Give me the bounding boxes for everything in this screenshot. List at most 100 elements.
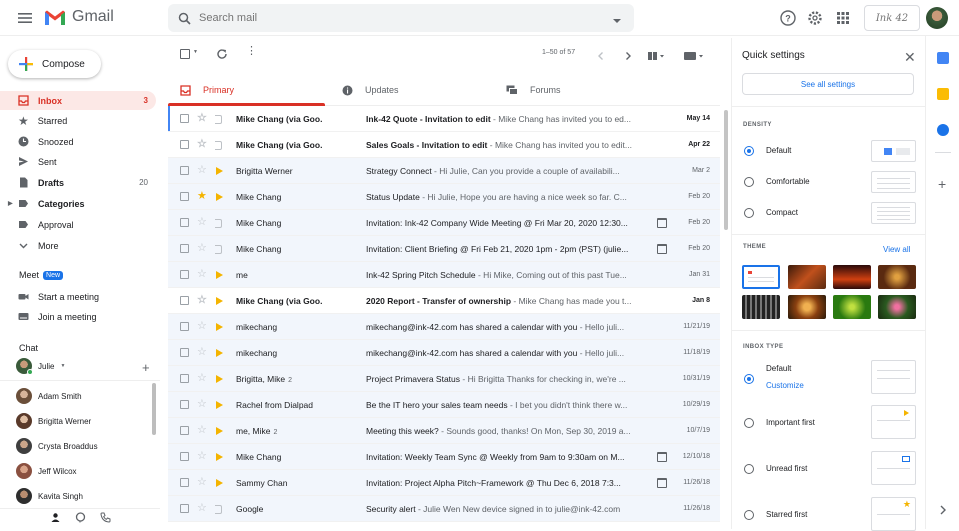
density-comfortable-radio[interactable] <box>744 177 754 187</box>
theme-thumbnail[interactable] <box>878 295 916 319</box>
inbox-important-first-radio[interactable] <box>744 418 754 428</box>
theme-thumbnail[interactable] <box>833 295 871 319</box>
nav-more[interactable]: More <box>0 236 156 255</box>
email-row[interactable]: ☆ Mike Chang Invitation: Client Briefing @… <box>168 236 720 262</box>
chat-bubble-icon[interactable] <box>75 510 86 528</box>
email-row[interactable]: ☆ Mike Chang (via Goo. Ink-42 Quote - Invi… <box>168 106 720 132</box>
chat-contact[interactable]: Jeff Wilcox <box>16 463 77 479</box>
row-checkbox[interactable] <box>180 400 189 409</box>
density-option-label[interactable]: Default <box>766 146 791 155</box>
chat-contact[interactable]: Brigitta Werner <box>16 413 91 429</box>
start-meeting-button[interactable]: Start a meeting <box>0 287 156 306</box>
email-row[interactable]: ☆ Sammy Chan Invitation: Project Alpha Pit… <box>168 470 720 496</box>
older-chevron-right-icon[interactable] <box>623 48 633 66</box>
density-option-label[interactable]: Comfortable <box>766 177 810 186</box>
nav-starred[interactable]: ★ Starred <box>0 111 156 130</box>
chat-contact[interactable]: Adam Smith <box>16 388 82 404</box>
newer-chevron-left-icon[interactable] <box>596 48 606 66</box>
phone-icon[interactable] <box>99 510 111 528</box>
add-addon-plus-icon[interactable]: + <box>938 176 946 192</box>
apps-grid-icon[interactable] <box>834 9 852 27</box>
calendar-icon[interactable] <box>937 52 949 64</box>
email-row[interactable]: ☆ Mike Chang Invitation: Weekly Team Sync … <box>168 444 720 470</box>
star-icon[interactable]: ★ <box>197 189 207 202</box>
main-menu-icon[interactable] <box>17 10 33 26</box>
settings-gear-icon[interactable] <box>806 9 824 27</box>
inbox-option-label[interactable]: Starred first <box>766 510 807 519</box>
expand-arrow-icon[interactable]: ▶ <box>8 200 13 207</box>
email-row[interactable]: ☆ Brigitta Werner Strategy Connect - Hi Ju… <box>168 158 720 184</box>
email-row[interactable]: ☆ mikechang mikechang@ink-42.com has share… <box>168 340 720 366</box>
star-icon[interactable]: ☆ <box>197 137 207 150</box>
importance-marker-icon[interactable] <box>216 297 223 305</box>
star-icon[interactable]: ☆ <box>197 501 207 514</box>
close-icon[interactable]: ✕ <box>904 49 916 66</box>
nav-sent[interactable]: Sent <box>0 152 156 171</box>
email-row[interactable]: ☆ mikechang mikechang@ink-42.com has share… <box>168 314 720 340</box>
expand-panel-chevron-right-icon[interactable] <box>939 502 947 520</box>
select-all-checkbox[interactable] <box>180 49 190 59</box>
star-icon[interactable]: ☆ <box>197 267 207 280</box>
inbox-option-label[interactable]: Important first <box>766 418 815 427</box>
row-checkbox[interactable] <box>180 348 189 357</box>
row-checkbox[interactable] <box>180 504 189 513</box>
organization-logo[interactable]: Ink 42 <box>864 5 920 31</box>
theme-thumbnail[interactable] <box>788 265 826 289</box>
chat-scrollbar[interactable] <box>152 383 156 435</box>
inbox-unread-first-radio[interactable] <box>744 464 754 474</box>
keep-icon[interactable] <box>937 88 949 100</box>
importance-marker-icon[interactable] <box>216 427 223 435</box>
row-checkbox[interactable] <box>180 426 189 435</box>
density-option-label[interactable]: Compact <box>766 208 798 217</box>
email-row[interactable]: ☆ Brigitta, Mike 2 Project Primavera Status… <box>168 366 720 392</box>
row-checkbox[interactable] <box>180 218 189 227</box>
people-icon[interactable] <box>50 510 61 528</box>
tab-updates[interactable]: Updates <box>342 74 399 106</box>
refresh-icon[interactable] <box>216 47 228 65</box>
star-icon[interactable]: ☆ <box>197 397 207 410</box>
theme-thumbnail[interactable] <box>742 295 780 319</box>
row-checkbox[interactable] <box>180 192 189 201</box>
theme-thumbnail[interactable] <box>788 295 826 319</box>
view-all-themes-link[interactable]: View all <box>883 245 910 254</box>
customize-link[interactable]: Customize <box>766 381 804 390</box>
importance-marker-icon[interactable] <box>216 193 223 201</box>
email-row[interactable]: ☆ Mike Chang (via Goo. 2020 Report - Trans… <box>168 288 720 314</box>
search-bar[interactable] <box>168 4 634 32</box>
importance-marker-icon[interactable] <box>215 505 223 514</box>
row-checkbox[interactable] <box>180 140 189 149</box>
nav-approval[interactable]: Approval <box>0 215 156 234</box>
star-icon[interactable]: ☆ <box>197 215 207 228</box>
importance-marker-icon[interactable] <box>215 219 223 228</box>
star-icon[interactable]: ☆ <box>197 475 207 488</box>
row-checkbox[interactable] <box>180 114 189 123</box>
star-icon[interactable]: ☆ <box>197 449 207 462</box>
email-row[interactable]: ☆ Google Security alert - Julie Wen New de… <box>168 496 720 522</box>
star-icon[interactable]: ☆ <box>197 293 207 306</box>
theme-default-thumbnail[interactable] <box>742 265 780 289</box>
importance-marker-icon[interactable] <box>216 271 223 279</box>
email-row[interactable]: ☆ Rachel from Dialpad Be the IT hero your … <box>168 392 720 418</box>
nav-drafts[interactable]: Drafts 20 <box>0 173 156 192</box>
search-options-icon[interactable] <box>612 13 622 31</box>
row-checkbox[interactable] <box>180 374 189 383</box>
star-icon[interactable]: ☆ <box>197 319 207 332</box>
star-icon[interactable]: ☆ <box>197 163 207 176</box>
importance-marker-icon[interactable] <box>216 401 223 409</box>
gmail-logo[interactable]: Gmail <box>44 8 114 26</box>
email-row[interactable]: ☆ me, Mike 2 Meeting this week? - Sounds go… <box>168 418 720 444</box>
density-compact-radio[interactable] <box>744 208 754 218</box>
row-checkbox[interactable] <box>180 322 189 331</box>
nav-inbox[interactable]: Inbox 3 <box>0 91 156 110</box>
importance-marker-icon[interactable] <box>216 453 223 461</box>
inbox-option-label[interactable]: Unread first <box>766 464 807 473</box>
row-checkbox[interactable] <box>180 478 189 487</box>
email-row[interactable]: ☆ Mike Chang (via Goo. Sales Goals - Invit… <box>168 132 720 158</box>
chat-self-status[interactable]: Julie ▼ <box>16 358 65 375</box>
new-chat-plus-icon[interactable]: + <box>142 360 150 375</box>
star-icon[interactable]: ☆ <box>197 371 207 384</box>
select-dropdown-icon[interactable]: ▼ <box>193 49 198 55</box>
importance-marker-icon[interactable] <box>216 323 223 331</box>
row-checkbox[interactable] <box>180 270 189 279</box>
star-icon[interactable]: ☆ <box>197 345 207 358</box>
